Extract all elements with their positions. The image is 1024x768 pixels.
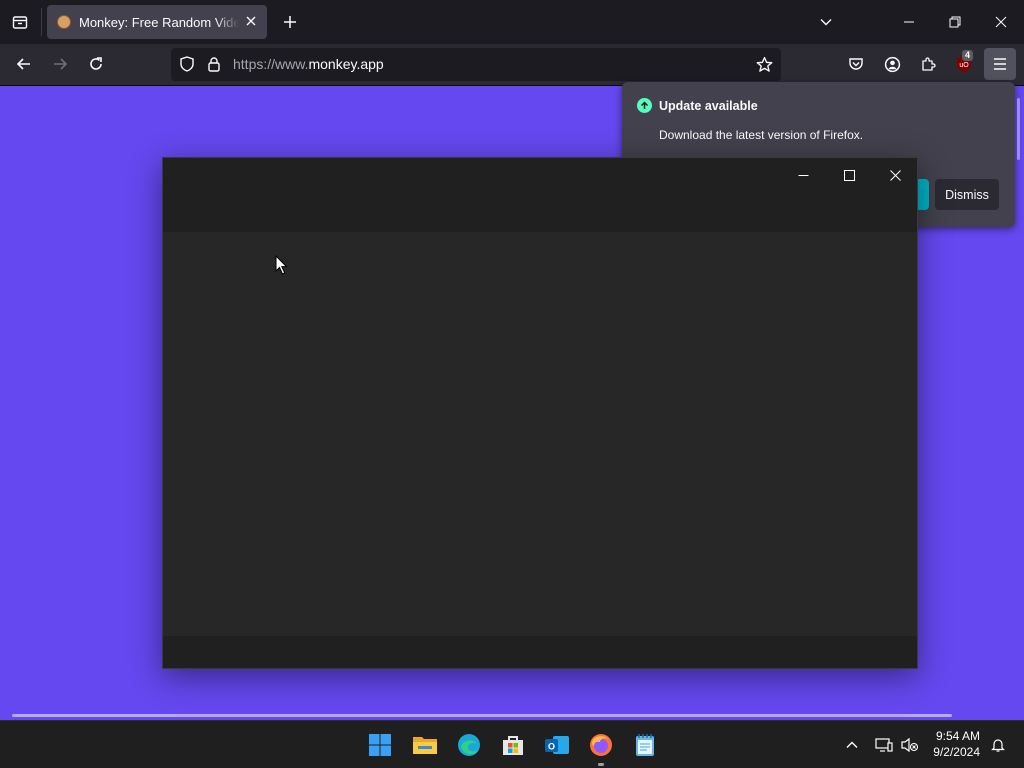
start-icon[interactable]	[364, 729, 396, 761]
extensions-icon[interactable]	[912, 48, 944, 80]
reload-icon[interactable]	[80, 48, 112, 80]
update-arrow-icon	[637, 98, 652, 113]
tab-strip: Monkey: Free Random Video Chat	[0, 0, 1024, 44]
url-bar[interactable]: https://www.monkey.app	[171, 48, 781, 81]
update-title: Update available	[659, 99, 758, 113]
active-app-indicator	[598, 763, 604, 766]
restore-icon[interactable]	[932, 8, 978, 36]
svg-text:O: O	[548, 742, 555, 752]
clock-time: 9:54 AM	[935, 729, 980, 743]
url-domain: monkey.app	[308, 56, 384, 72]
lock-icon[interactable]	[206, 56, 222, 72]
update-description: Download the latest version of Firefox.	[659, 128, 864, 142]
mouse-cursor-icon	[275, 255, 288, 275]
navigation-toolbar: https://www.monkey.app uO 4	[0, 44, 1024, 86]
chevron-down-icon[interactable]	[812, 8, 840, 36]
dark-app-window	[162, 157, 918, 669]
tab-list-icon[interactable]	[6, 8, 34, 36]
back-icon[interactable]	[8, 48, 40, 80]
close-icon[interactable]	[245, 15, 257, 27]
system-clock[interactable]: 9:54 AM 9/2/2024	[933, 728, 980, 760]
star-icon[interactable]	[756, 56, 773, 73]
monkey-favicon-icon	[57, 15, 71, 29]
shield-icon[interactable]	[179, 56, 195, 72]
vertical-scrollbar[interactable]	[1017, 98, 1020, 160]
window-footer	[163, 636, 917, 668]
minimize-icon[interactable]	[781, 162, 825, 188]
file-explorer-icon[interactable]	[409, 729, 441, 761]
close-icon[interactable]	[873, 162, 917, 188]
clock-date: 9/2/2024	[933, 745, 980, 759]
dismiss-button[interactable]: Dismiss	[935, 179, 999, 210]
firefox-icon[interactable]	[585, 729, 617, 761]
menu-icon[interactable]	[984, 48, 1016, 80]
notification-bell-icon[interactable]	[982, 729, 1014, 761]
microsoft-store-icon[interactable]	[497, 729, 529, 761]
new-tab-icon[interactable]	[276, 8, 304, 36]
pocket-icon[interactable]	[840, 48, 872, 80]
account-icon[interactable]	[876, 48, 908, 80]
minimize-icon[interactable]	[886, 8, 932, 36]
volume-muted-icon[interactable]	[894, 729, 926, 761]
tab-separator	[41, 8, 42, 36]
url-text[interactable]: https://www.monkey.app	[233, 56, 384, 72]
horizontal-scrollbar[interactable]	[12, 714, 952, 717]
outlook-icon[interactable]: O	[541, 729, 573, 761]
forward-icon[interactable]	[44, 48, 76, 80]
chevron-up-icon[interactable]	[836, 729, 868, 761]
window-content-area[interactable]	[163, 232, 917, 636]
notepad-icon[interactable]	[629, 729, 661, 761]
url-prefix: https://www.	[233, 56, 309, 72]
tab-monkey[interactable]: Monkey: Free Random Video Chat	[47, 5, 267, 39]
maximize-icon[interactable]	[827, 162, 871, 188]
svg-text:uO: uO	[959, 62, 969, 69]
edge-icon[interactable]	[453, 729, 485, 761]
tab-title: Monkey: Free Random Video Chat	[79, 14, 239, 30]
window-close-icon[interactable]	[978, 8, 1024, 36]
extension-badge: 4	[962, 50, 974, 61]
taskbar: O 9:54 AM 9/2/2024	[0, 720, 1024, 768]
